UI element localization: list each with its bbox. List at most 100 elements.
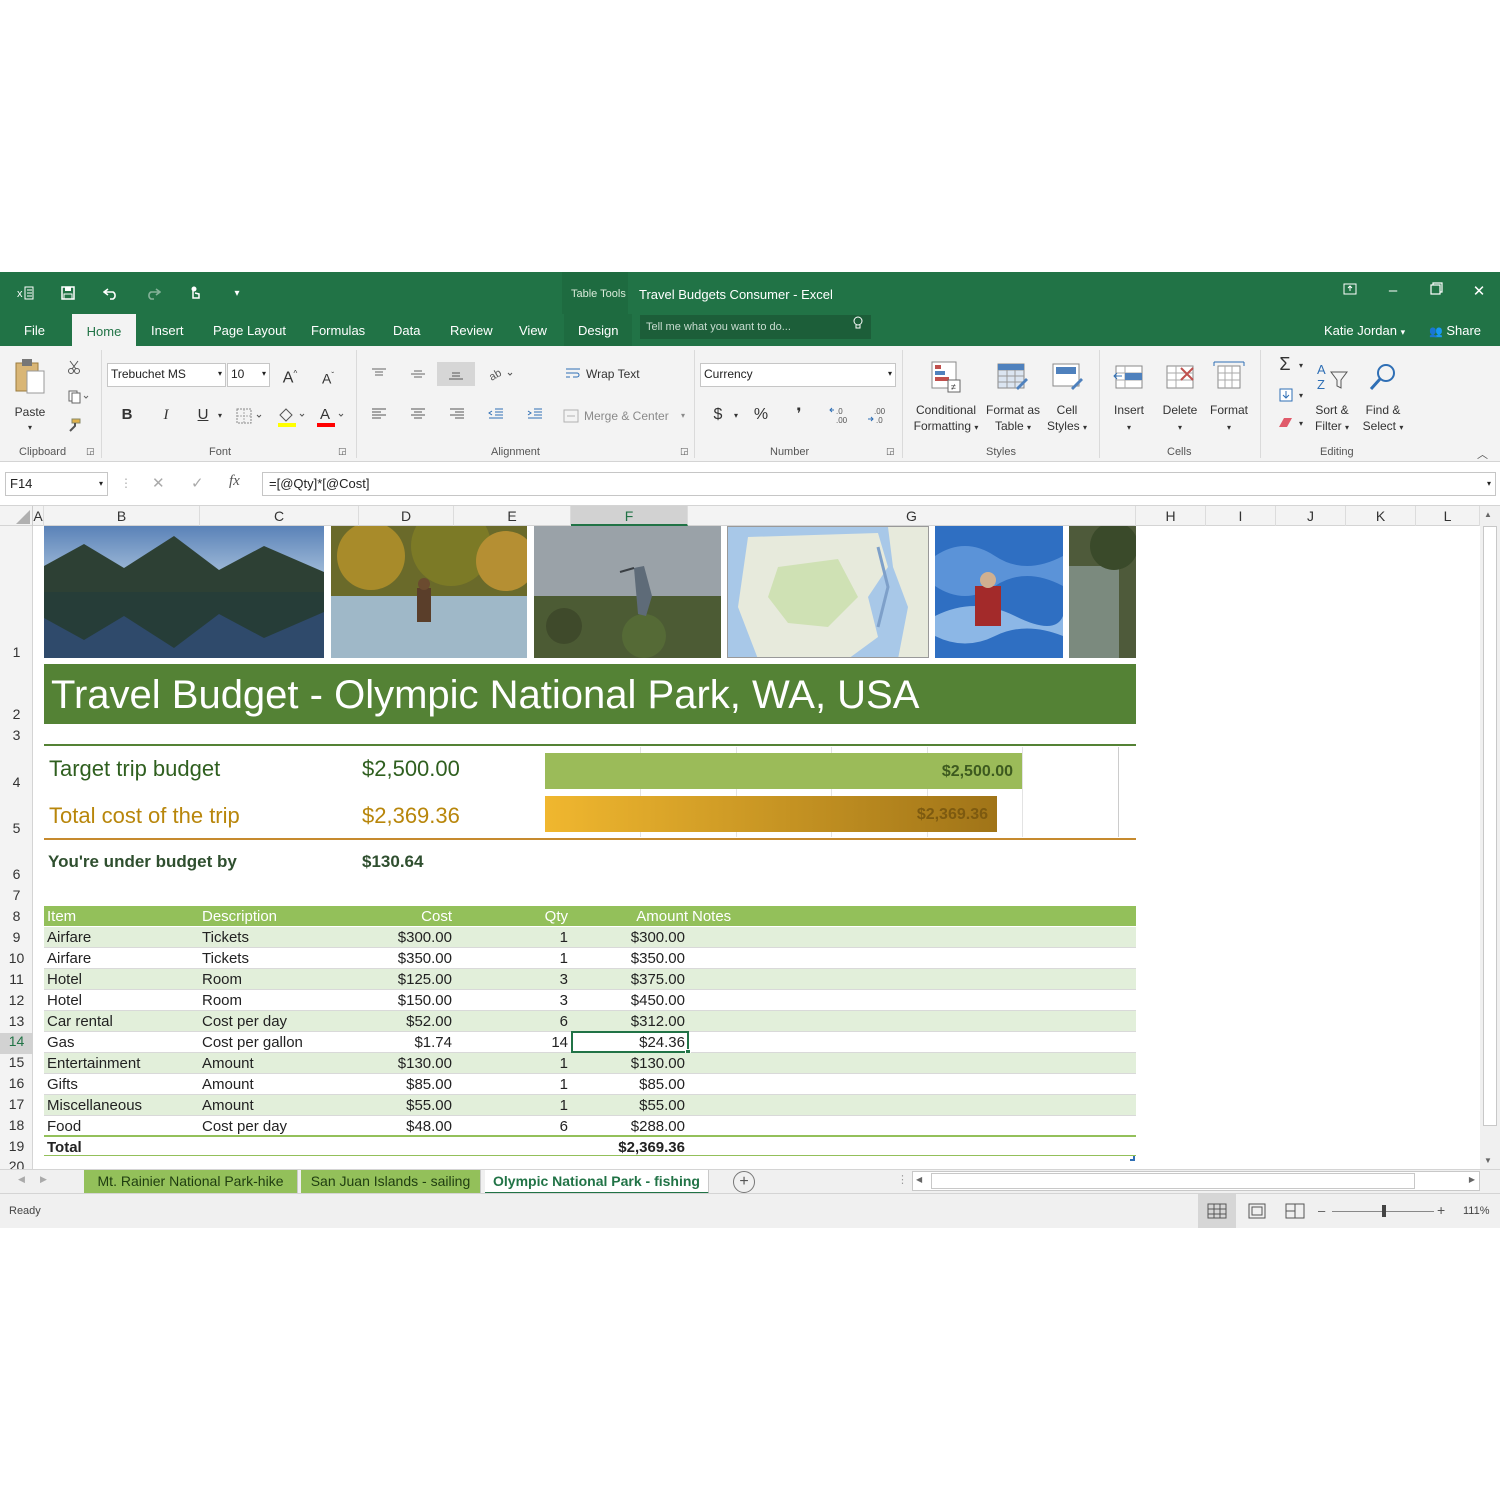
header-description[interactable]: Description (202, 906, 277, 927)
description-cell[interactable]: Room (202, 990, 242, 1011)
tab-page-layout[interactable]: Page Layout (199, 314, 300, 346)
qty-cell[interactable]: 3 (560, 969, 568, 990)
table-resize-handle[interactable] (1130, 1156, 1135, 1161)
row-header[interactable]: 14 (0, 1033, 33, 1054)
row-header[interactable]: 18 (0, 1117, 33, 1133)
comma-style-button[interactable]: ❜ (792, 407, 806, 423)
scroll-left-icon[interactable]: ◀ (916, 1175, 922, 1184)
cost-cell[interactable]: $150.00 (398, 990, 452, 1011)
cancel-formula-icon[interactable]: ✕ (152, 474, 165, 492)
cost-cell[interactable]: $85.00 (406, 1074, 452, 1095)
chevron-down-icon[interactable]: ▾ (1296, 388, 1306, 404)
column-header-b[interactable]: B (44, 506, 200, 526)
conditional-formatting-icon[interactable]: ≠ (929, 358, 963, 396)
delete-cells-button[interactable]: Delete ▾ (1158, 402, 1202, 436)
tell-me-search[interactable]: Tell me what you want to do... (640, 315, 871, 339)
share-button[interactable]: 👥 Share (1429, 323, 1481, 338)
conditional-formatting-button[interactable]: Conditional Formatting ▾ (908, 402, 984, 436)
cut-icon[interactable] (64, 358, 84, 376)
header-amount[interactable]: Amount (636, 906, 688, 927)
item-cell[interactable]: Airfare (47, 927, 91, 948)
row-header[interactable]: 6 (0, 866, 33, 882)
column-header-k[interactable]: K (1346, 506, 1416, 526)
header-notes[interactable]: Notes (692, 906, 731, 927)
chevron-down-icon[interactable]: ▾ (731, 408, 741, 424)
river-bank-photo[interactable] (1069, 526, 1136, 658)
target-budget-label[interactable]: Target trip budget (49, 756, 220, 782)
tab-formulas[interactable]: Formulas (297, 314, 379, 346)
format-as-table-button[interactable]: Format as Table ▾ (982, 402, 1044, 436)
row-header[interactable]: 3 (0, 727, 33, 743)
qty-cell[interactable]: 1 (560, 927, 568, 948)
format-cells-button[interactable]: Format ▾ (1206, 402, 1252, 436)
row-header[interactable]: 15 (0, 1054, 33, 1070)
scroll-sheets-left-icon[interactable]: ◀ (18, 1174, 25, 1185)
format-as-table-icon[interactable] (995, 358, 1031, 396)
paste-icon[interactable] (12, 356, 48, 396)
amount-cell[interactable]: $375.00 (631, 969, 685, 990)
fill-down-icon[interactable] (1276, 386, 1296, 404)
mountain-lake-photo[interactable] (44, 526, 324, 658)
row-header[interactable]: 8 (0, 908, 33, 924)
target-budget-bar[interactable]: $2,500.00 (545, 753, 1022, 789)
format-painter-icon[interactable] (64, 416, 84, 434)
heron-shore-photo[interactable] (534, 526, 721, 658)
underline-dropdown-icon[interactable]: ▾ (214, 408, 226, 424)
align-center-icon[interactable] (407, 404, 429, 424)
find-select-button[interactable]: Find & Select ▾ (1358, 402, 1408, 436)
cost-cell[interactable]: $350.00 (398, 948, 452, 969)
fly-fishing-river-photo[interactable] (331, 526, 527, 658)
column-header-h[interactable]: H (1136, 506, 1206, 526)
name-box[interactable]: F14 ▾ (5, 472, 108, 496)
normal-view-button[interactable] (1198, 1194, 1236, 1228)
vertical-scrollbar[interactable]: ▲ ▼ (1480, 506, 1500, 1169)
item-cell[interactable]: Gas (47, 1032, 75, 1053)
paste-dropdown-icon[interactable]: ▾ (24, 420, 36, 436)
description-cell[interactable]: Room (202, 969, 242, 990)
qty-cell[interactable]: 14 (551, 1032, 568, 1053)
cost-cell[interactable]: $55.00 (406, 1095, 452, 1116)
ribbon-display-options-icon[interactable] (1336, 282, 1364, 304)
scroll-sheets-right-icon[interactable]: ▶ (40, 1174, 47, 1185)
tab-review[interactable]: Review (436, 314, 507, 346)
qty-cell[interactable]: 6 (560, 1116, 568, 1137)
item-cell[interactable]: Hotel (47, 990, 82, 1011)
undo-icon[interactable] (98, 280, 124, 306)
number-launcher-icon[interactable]: ◲ (886, 446, 895, 457)
align-left-icon[interactable] (368, 404, 390, 424)
collapse-ribbon-icon[interactable]: ︿ (1477, 446, 1488, 462)
orientation-icon[interactable]: ab (486, 364, 516, 384)
column-header-c[interactable]: C (200, 506, 359, 526)
find-select-icon[interactable] (1365, 358, 1401, 396)
qty-cell[interactable]: 6 (560, 1011, 568, 1032)
format-cells-icon[interactable] (1211, 358, 1247, 396)
budget-bar-chart[interactable]: $2,500.00 $2,369.36 (545, 747, 1119, 837)
row-header[interactable]: 12 (0, 992, 33, 1008)
close-icon[interactable]: ✕ (1465, 282, 1493, 304)
item-cell[interactable]: Food (47, 1116, 81, 1137)
horizontal-scrollbar[interactable]: ◀ ▶ (912, 1171, 1480, 1191)
total-amount[interactable]: $2,369.36 (618, 1137, 685, 1158)
cost-cell[interactable]: $1.74 (414, 1032, 452, 1053)
description-cell[interactable]: Tickets (202, 948, 249, 969)
alignment-launcher-icon[interactable]: ◲ (680, 446, 689, 457)
olympic-peninsula-map[interactable] (727, 526, 929, 658)
sort-filter-icon[interactable]: AZ (1314, 358, 1350, 396)
touch-mode-icon[interactable] (182, 280, 208, 306)
qty-cell[interactable]: 1 (560, 1095, 568, 1116)
row-header[interactable]: 4 (0, 774, 33, 790)
chevron-down-icon[interactable]: ▾ (678, 408, 688, 424)
angler-rapids-photo[interactable] (935, 526, 1063, 658)
font-launcher-icon[interactable]: ◲ (338, 446, 347, 457)
insert-cells-button[interactable]: Insert ▾ (1108, 402, 1150, 436)
description-cell[interactable]: Cost per day (202, 1116, 287, 1137)
row-header[interactable]: 7 (0, 887, 33, 903)
item-cell[interactable]: Miscellaneous (47, 1095, 142, 1116)
amount-cell[interactable]: $300.00 (631, 927, 685, 948)
zoom-in-icon[interactable]: + (1437, 1202, 1445, 1218)
middle-align-icon[interactable] (407, 364, 429, 384)
cost-cell[interactable]: $300.00 (398, 927, 452, 948)
item-cell[interactable]: Gifts (47, 1074, 78, 1095)
italic-button[interactable]: I (157, 407, 175, 423)
split-handle-icon[interactable]: ⋮ (897, 1173, 908, 1186)
